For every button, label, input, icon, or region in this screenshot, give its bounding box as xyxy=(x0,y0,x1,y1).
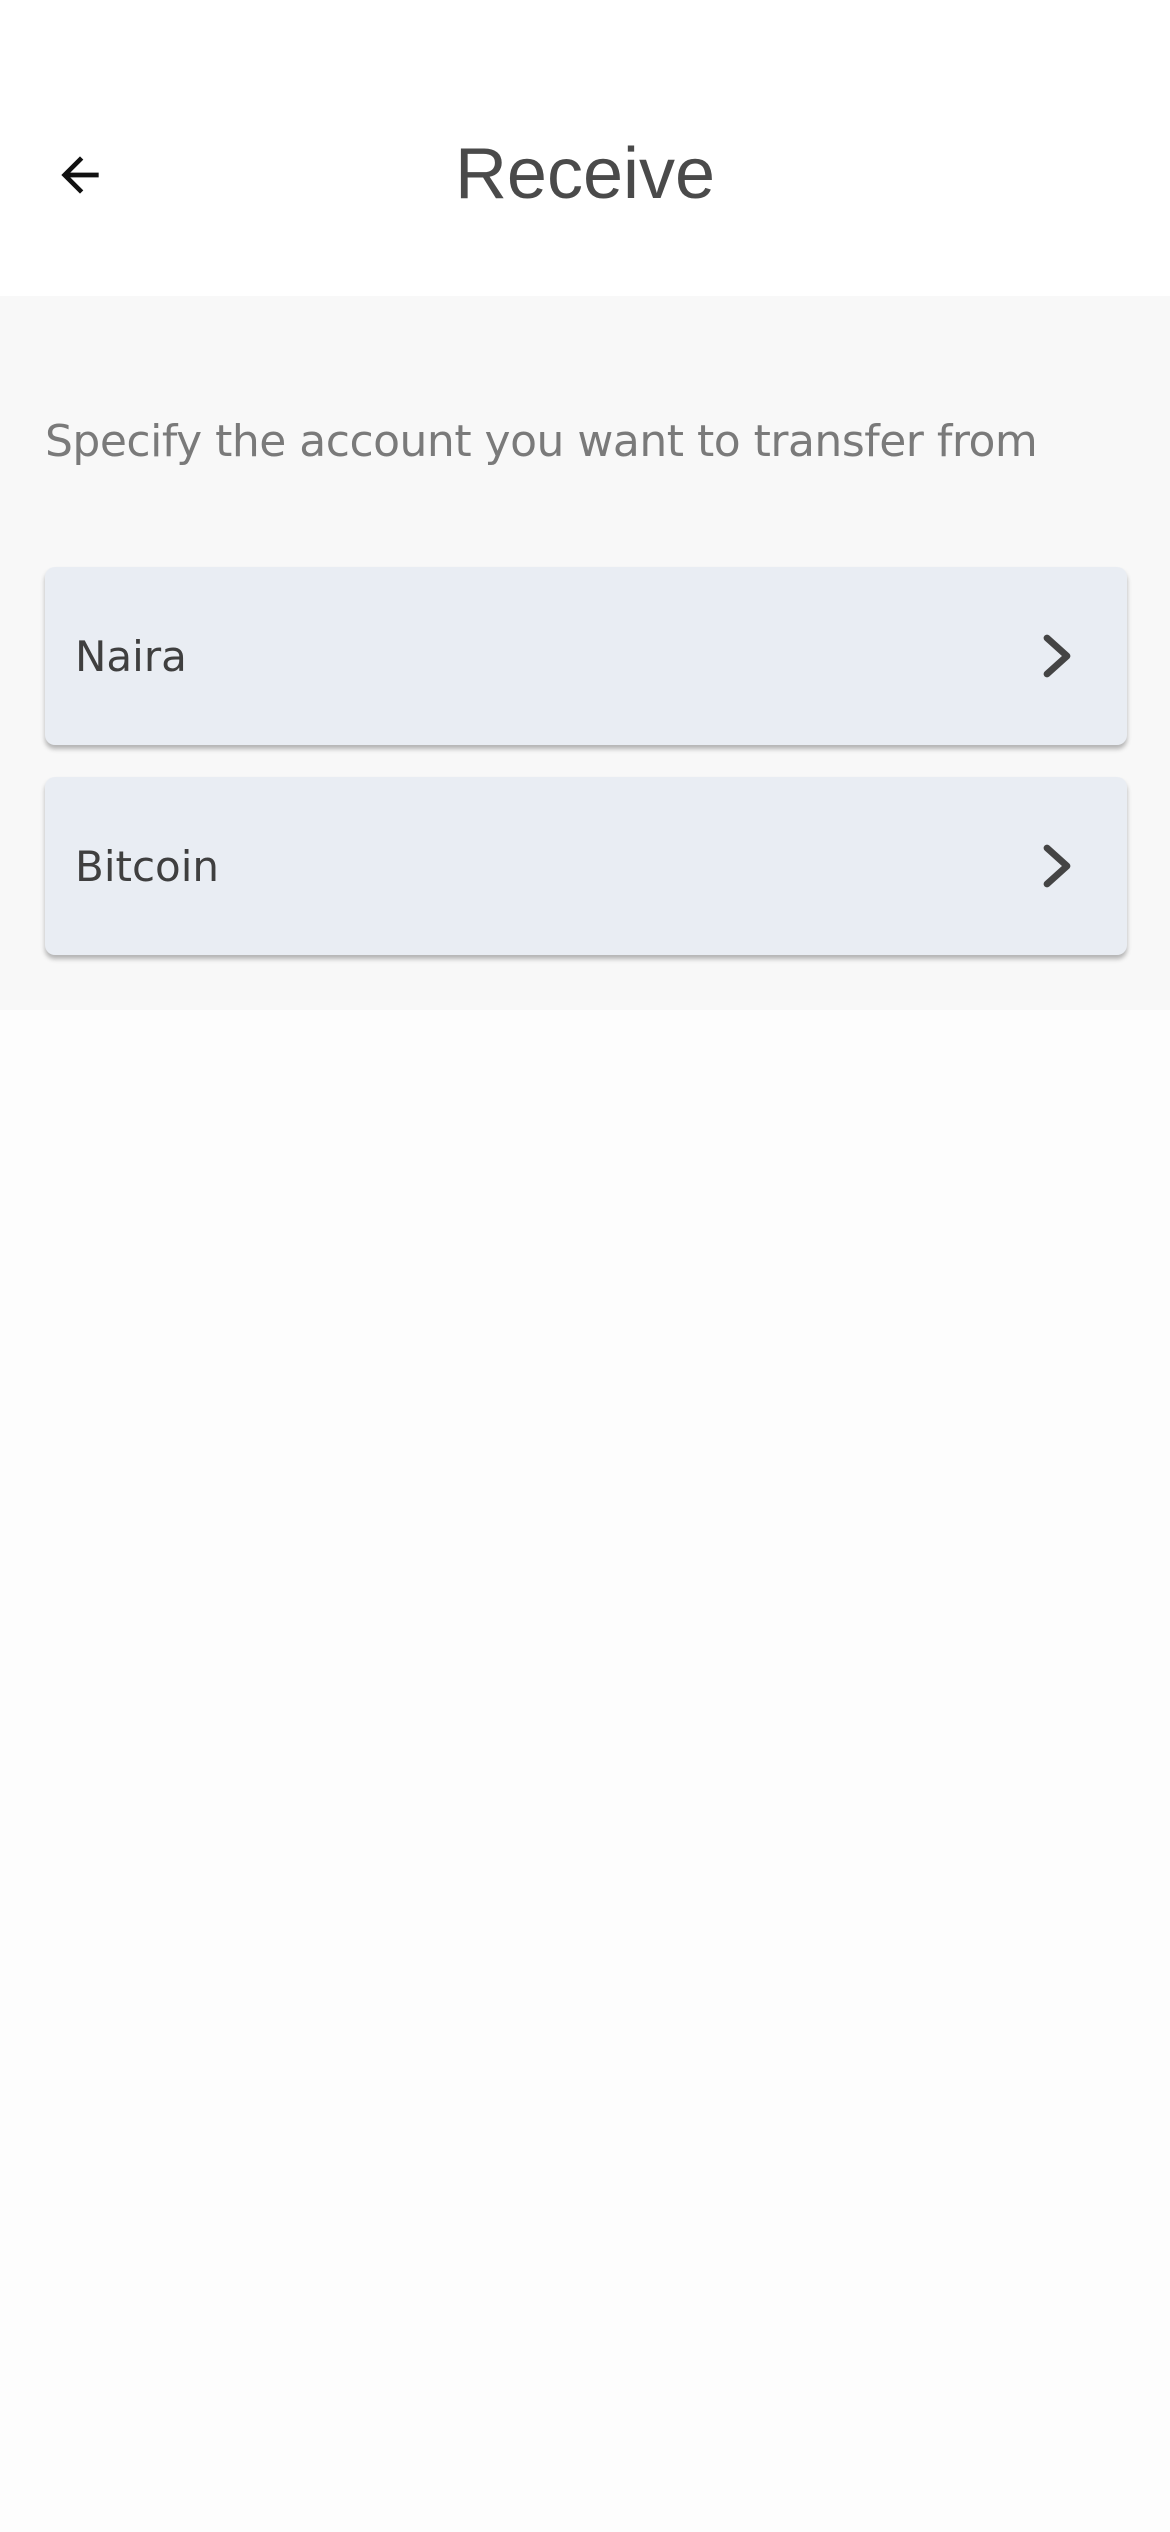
account-label: Bitcoin xyxy=(75,841,220,891)
chevron-right-icon xyxy=(1027,626,1087,686)
account-option-bitcoin[interactable]: Bitcoin xyxy=(45,777,1127,955)
page-title: Receive xyxy=(454,134,716,214)
instruction-text: Specify the account you want to transfer… xyxy=(45,416,1038,467)
account-label: Naira xyxy=(75,631,187,681)
account-selection-section: Specify the account you want to transfer… xyxy=(0,296,1170,1010)
receive-screen: Receive Specify the account you want to … xyxy=(0,0,1170,2532)
chevron-right-icon xyxy=(1027,836,1087,896)
app-header: Receive xyxy=(0,0,1170,296)
account-option-naira[interactable]: Naira xyxy=(45,567,1127,745)
